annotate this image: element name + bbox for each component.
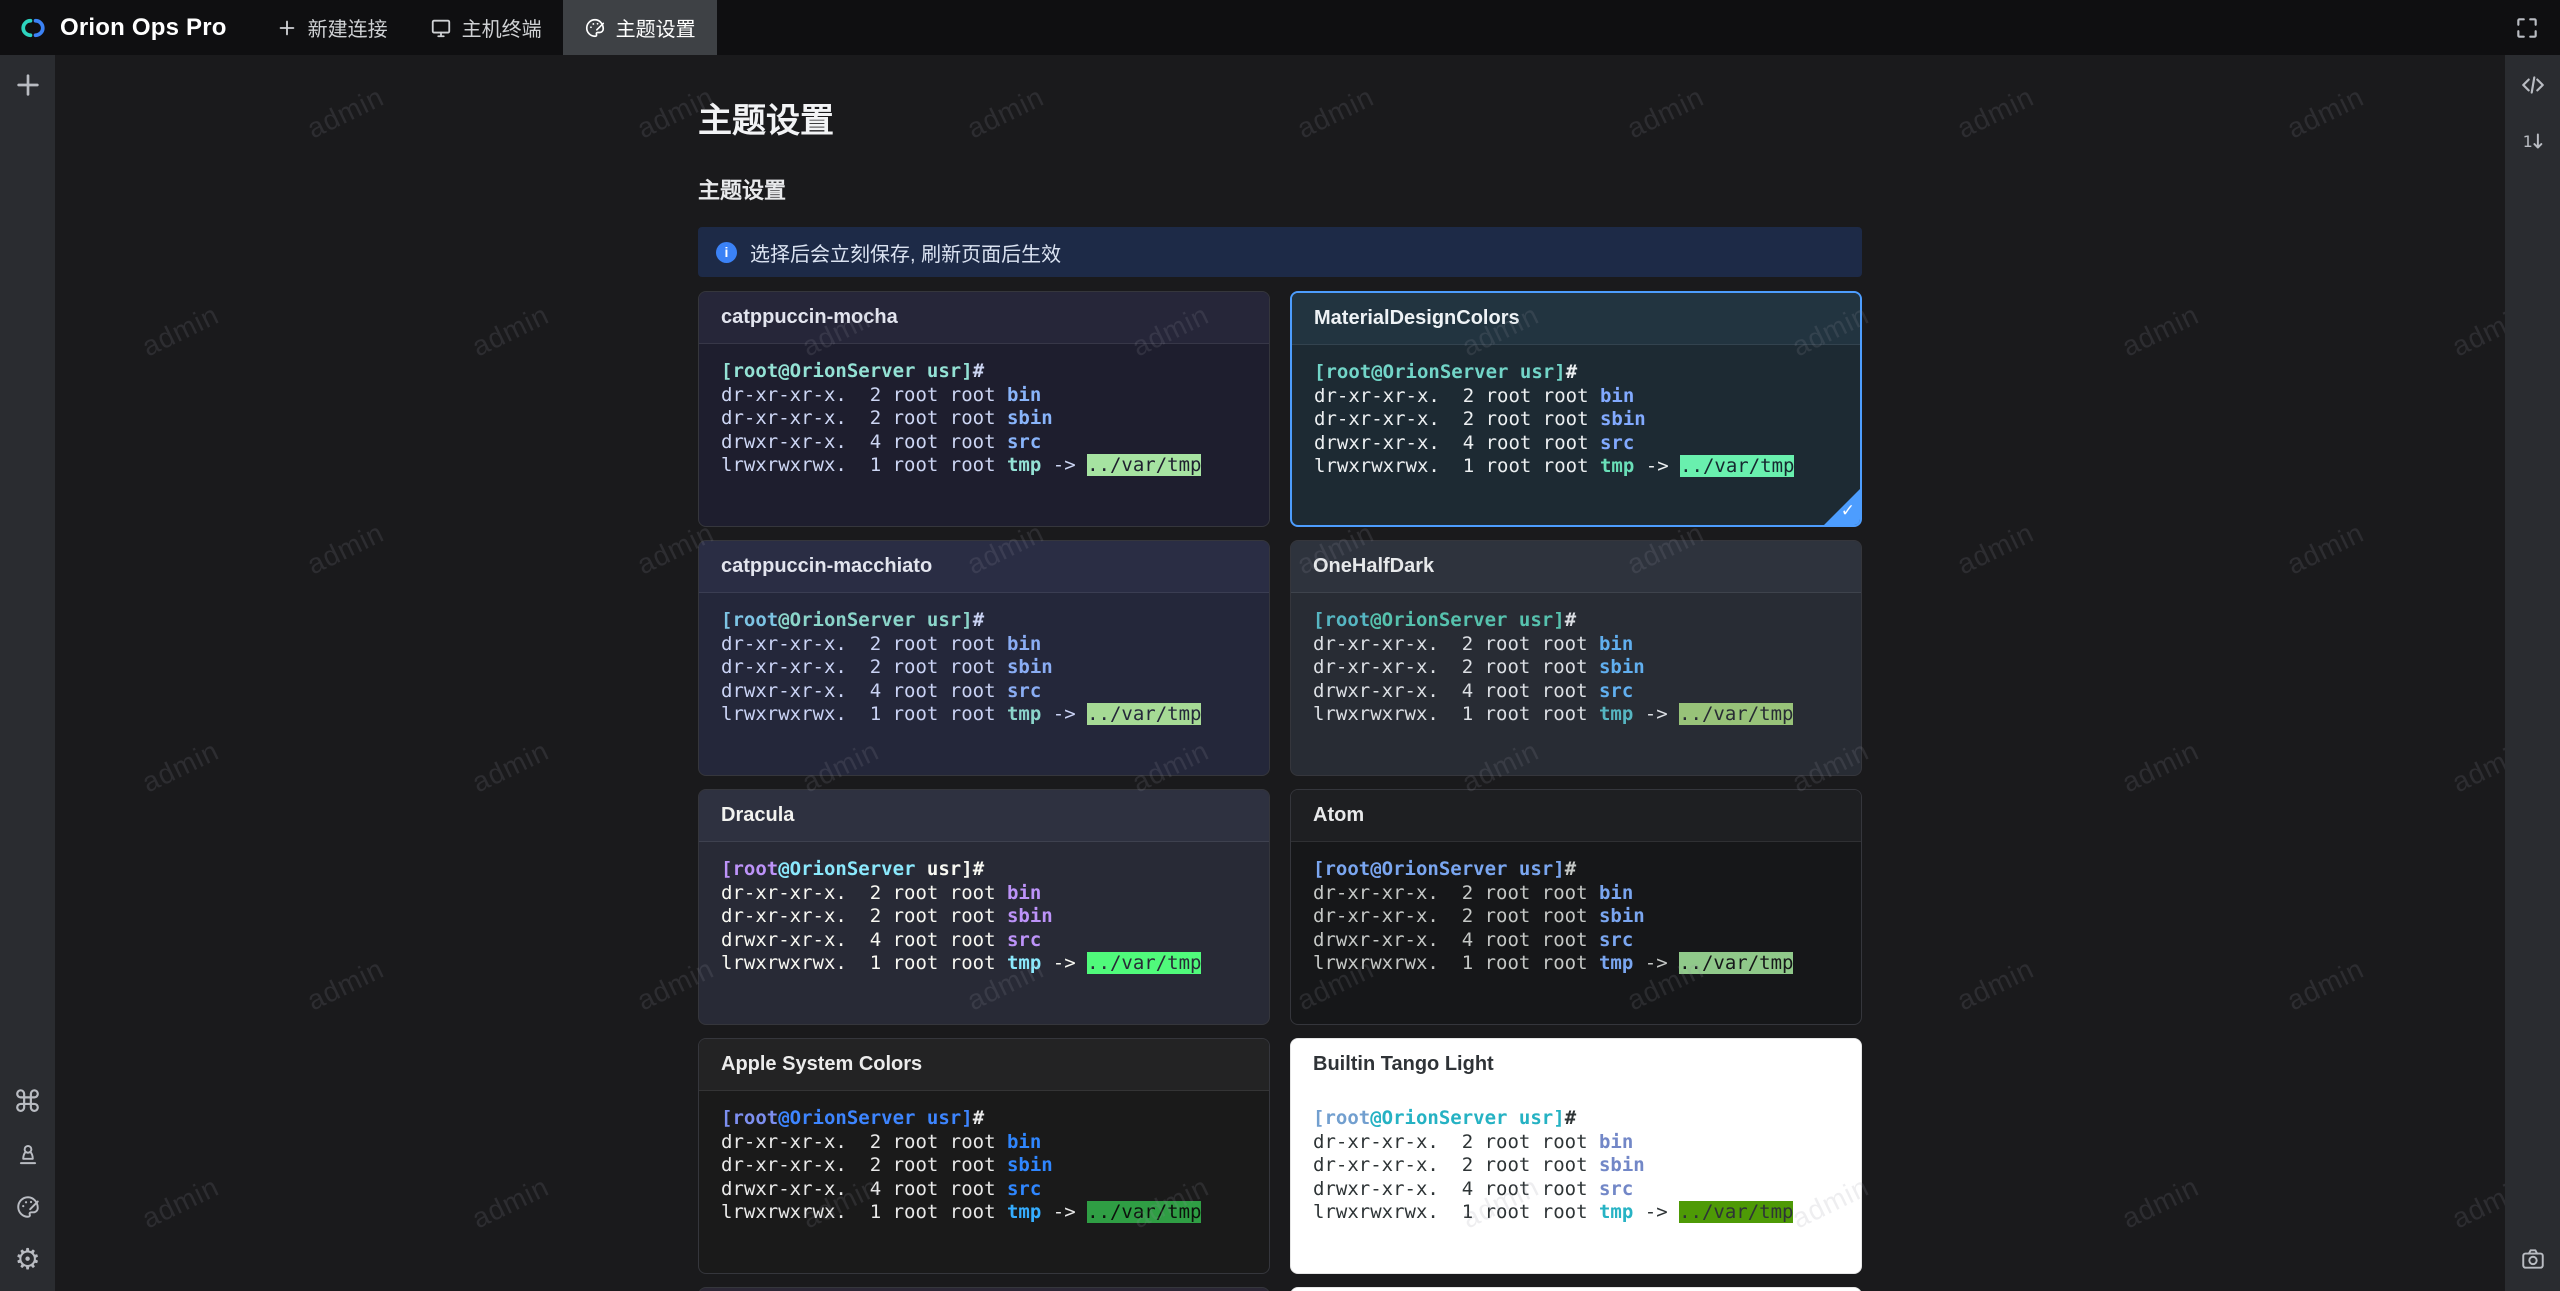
palette-icon[interactable] [12,1191,44,1223]
theme-card[interactable]: catppuccin-macchiato [root@OrionServer u… [698,540,1270,776]
page-title: 主题设置 [698,93,1862,142]
watermark-text: admin [2447,1171,2505,1235]
theme-card-header: Apple System Colors [699,1039,1269,1091]
tab-label: 主机终端 [462,13,542,42]
info-banner: i 选择后会立刻保存, 刷新页面后生效 [698,227,1862,277]
check-icon: ✓ [1841,501,1855,521]
svg-text:1: 1 [2522,132,2532,151]
fullscreen-icon[interactable] [2511,12,2543,44]
theme-card[interactable]: catppuccin-mocha [root@OrionServer usr]#… [698,291,1270,527]
theme-card-header: catppuccin-macchiato [699,541,1269,593]
app-logo-icon [16,15,50,41]
main-area: admin admin admin admin admin admin admin admin… [55,55,2505,1291]
terminal-preview: [root@OrionServer usr]# dr-xr-xr-x. 2 ro… [699,1091,1269,1241]
theme-name: MaterialDesignColors [1314,307,1520,330]
watermark-text: admin [137,299,224,363]
command-icon[interactable]: ⌘ [12,1087,44,1119]
watermark-text: admin [2117,735,2204,799]
terminal-preview: [root@OrionServer usr]# dr-xr-xr-x. 2 ro… [699,842,1269,992]
watermark-text: admin [467,735,554,799]
plus-icon[interactable] [12,69,44,101]
plus-icon [276,17,298,39]
info-banner-text: 选择后会立刻保存, 刷新页面后生效 [750,238,1061,267]
terminal-preview: [root@OrionServer usr]# dr-xr-xr-x. 2 ro… [1291,1091,1861,1241]
tab-label: 新建连接 [308,13,388,42]
watermark-text: admin [137,735,224,799]
theme-card[interactable]: Duotone Dark [root@OrionServer usr]# dr-… [698,1287,1270,1291]
terminal-preview: [root@OrionServer usr]# dr-xr-xr-x. 2 ro… [1291,842,1861,992]
theme-card[interactable]: MaterialDesignColors [root@OrionServer u… [1290,291,1862,527]
terminal-preview: [root@OrionServer usr]# dr-xr-xr-x. 2 ro… [1291,593,1861,743]
theme-name: catppuccin-macchiato [721,555,932,578]
theme-card-header: OneHalfDark [1291,541,1861,593]
theme-card-header: catppuccin-mocha [699,292,1269,344]
tab-bar: 新建连接 主机终端 主题设置 [255,0,717,55]
watermark-text: admin [55,517,59,581]
theme-card[interactable]: Atom [root@OrionServer usr]# dr-xr-xr-x.… [1290,789,1862,1025]
gear-icon[interactable]: ⚙ [12,1243,44,1275]
theme-name: Builtin Tango Light [1313,1053,1494,1076]
sort-icon[interactable]: 1 [2517,125,2549,157]
watermark-text: admin [302,953,389,1017]
watermark-text: admin [1952,81,2039,145]
watermark-text: admin [302,81,389,145]
tab-2[interactable]: 主机终端 [409,0,563,55]
theme-grid: catppuccin-mocha [root@OrionServer usr]#… [698,291,1862,1291]
theme-card[interactable]: Dracula [root@OrionServer usr]# dr-xr-xr… [698,789,1270,1025]
app-brand: Orion Ops Pro [0,14,241,42]
watermark-text: admin [2117,299,2204,363]
theme-card[interactable]: BlulocoLight [root@OrionServer usr]# dr-… [1290,1287,1862,1291]
watermark-text: admin [55,81,59,145]
watermark-text: admin [137,1171,224,1235]
watermark-text: admin [467,299,554,363]
tab-label: 主题设置 [616,13,696,42]
theme-card[interactable]: OneHalfDark [root@OrionServer usr]# dr-x… [1290,540,1862,776]
watermark-text: admin [2282,517,2369,581]
app-title: Orion Ops Pro [60,14,227,42]
top-header: Orion Ops Pro 新建连接 主机终端 主题设置 [0,0,2560,55]
watermark-text: admin [302,517,389,581]
watermark-text: admin [2447,299,2505,363]
watermark-text: admin [2282,953,2369,1017]
theme-name: catppuccin-mocha [721,306,898,329]
right-rail: 1 [2505,55,2560,1291]
theme-card-header: MaterialDesignColors [1292,293,1860,345]
theme-name: Atom [1313,804,1364,827]
terminal-preview: [root@OrionServer usr]# dr-xr-xr-x. 2 ro… [699,344,1269,494]
camera-icon[interactable] [2517,1243,2549,1275]
tab-3[interactable]: 主题设置 [563,0,717,55]
section-title: 主题设置 [698,173,1862,205]
terminal-preview: [root@OrionServer usr]# dr-xr-xr-x. 2 ro… [1292,345,1860,495]
watermark-text: admin [2117,1171,2204,1235]
watermark-text: admin [2282,81,2369,145]
theme-card-header: Builtin Tango Light [1291,1039,1861,1091]
watermark-text: admin [1952,517,2039,581]
palette-icon [584,17,606,39]
left-rail: ⌘⚙ [0,55,55,1291]
user-stamp-icon[interactable] [12,1139,44,1171]
watermark-text: admin [1952,953,2039,1017]
code-icon[interactable] [2517,69,2549,101]
watermark-text: admin [55,953,59,1017]
theme-card-header: Atom [1291,790,1861,842]
monitor-icon [430,17,452,39]
terminal-preview: [root@OrionServer usr]# dr-xr-xr-x. 2 ro… [699,593,1269,743]
theme-name: OneHalfDark [1313,555,1434,578]
watermark-text: admin [467,1171,554,1235]
watermark-text: admin [2447,735,2505,799]
theme-name: Dracula [721,804,794,827]
theme-card-header: Dracula [699,790,1269,842]
info-icon: i [716,242,737,263]
theme-card[interactable]: Builtin Tango Light [root@OrionServer us… [1290,1038,1862,1274]
tab-1[interactable]: 新建连接 [255,0,409,55]
theme-name: Apple System Colors [721,1053,922,1076]
theme-card[interactable]: Apple System Colors [root@OrionServer us… [698,1038,1270,1274]
